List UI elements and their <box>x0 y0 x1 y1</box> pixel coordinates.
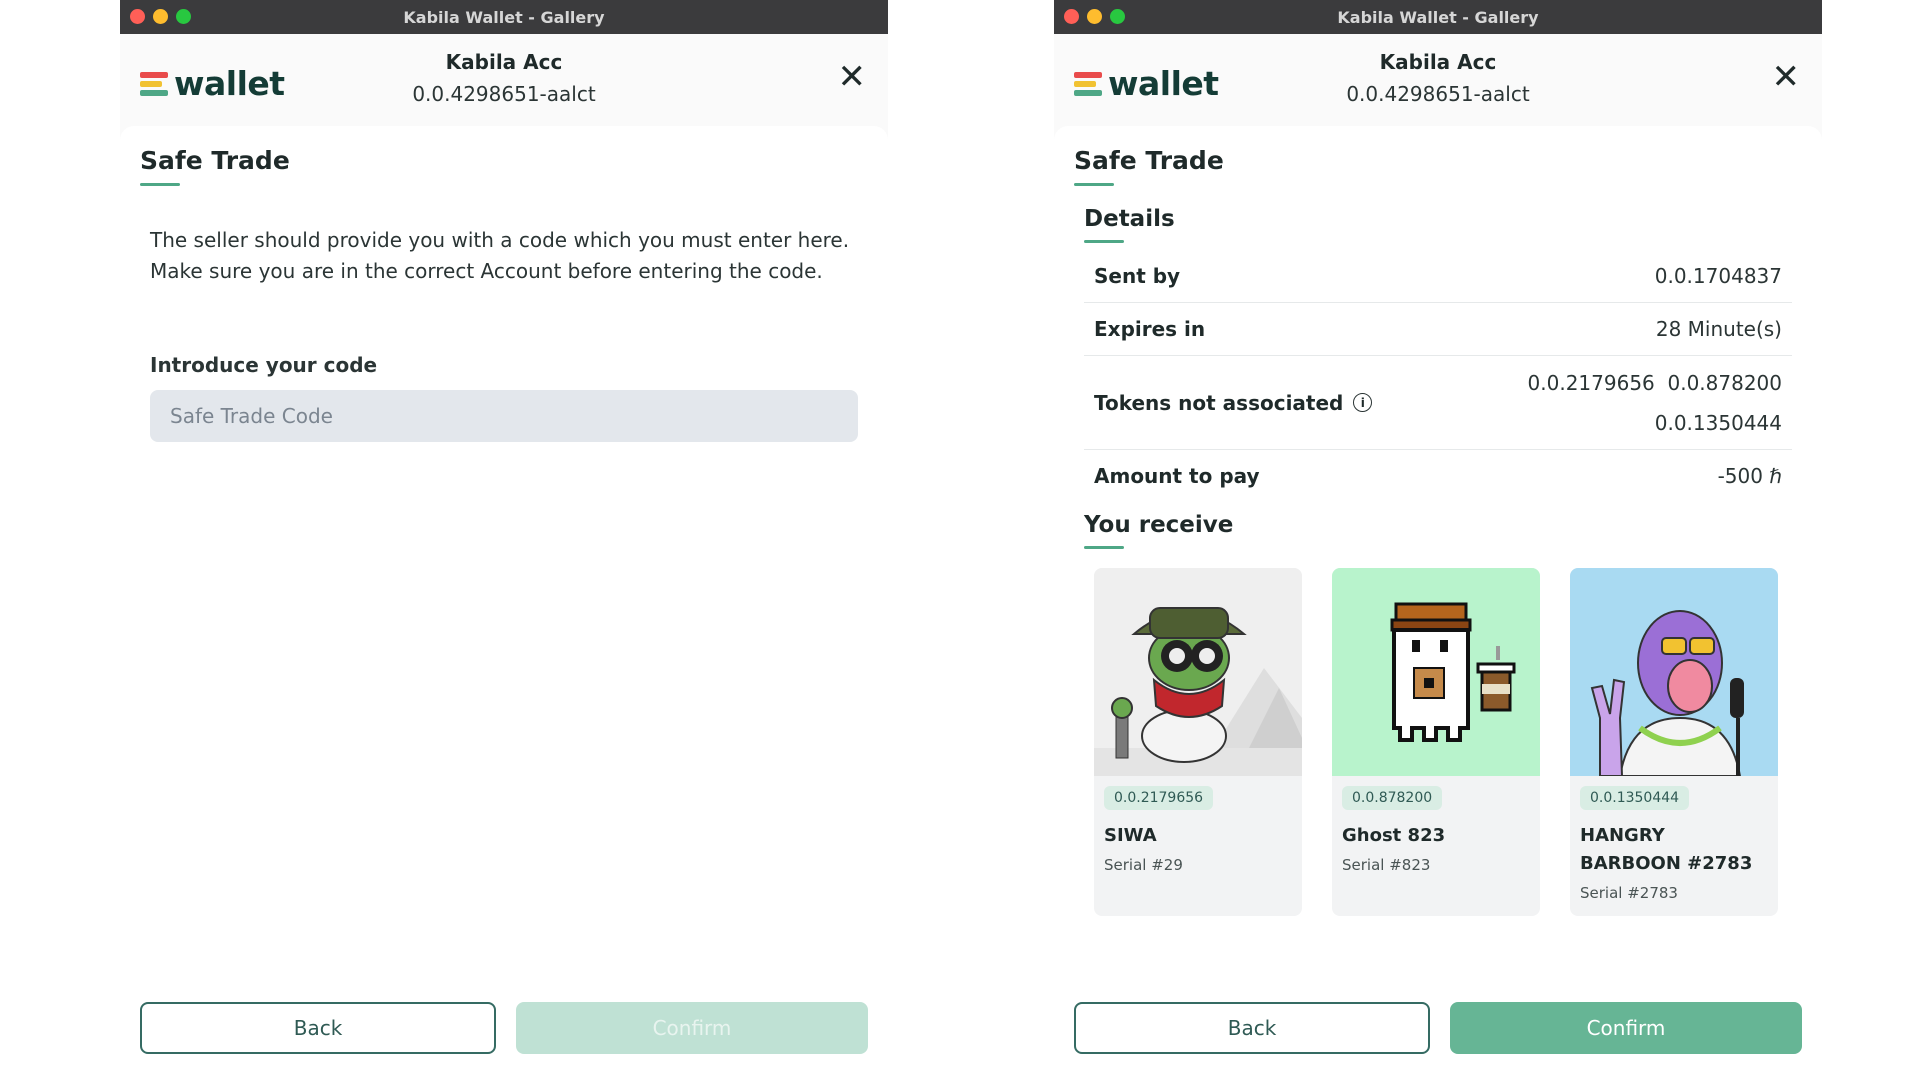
nft-card-list: 0.0.2179656 SIWA Serial #29 0.0.878200 G… <box>1094 568 1778 916</box>
window-controls <box>130 9 191 24</box>
footer-actions: Back Confirm <box>140 1002 868 1054</box>
window-titlebar[interactable]: Kabila Wallet - Gallery <box>120 0 888 34</box>
nft-card[interactable]: 0.0.1350444 HANGRY BARBOON #2783 Serial … <box>1570 568 1778 916</box>
nft-image-barboon <box>1570 568 1778 776</box>
safe-trade-code-window: Kabila Wallet - Gallery wallet Kabila Ac… <box>120 0 888 1080</box>
account-info: Kabila Acc 0.0.4298651-aalct <box>120 50 888 106</box>
nft-card-body: 0.0.878200 Ghost 823 Serial #823 <box>1332 776 1540 884</box>
account-info: Kabila Acc 0.0.4298651-aalct <box>1054 50 1822 106</box>
nft-name: HANGRY BARBOON #2783 <box>1580 825 1753 874</box>
wallet-header: wallet Kabila Acc 0.0.4298651-aalct ✕ <box>120 34 888 126</box>
details-table: Sent by 0.0.1704837 Expires in 28 Minute… <box>1084 250 1792 502</box>
detail-label: Expires in <box>1094 317 1206 341</box>
nft-name: SIWA <box>1104 825 1157 846</box>
nft-card-body: 0.0.1350444 HANGRY BARBOON #2783 Serial … <box>1570 776 1778 912</box>
section-title-text: Safe Trade <box>140 146 290 175</box>
window-title: Kabila Wallet - Gallery <box>403 7 605 27</box>
confirm-button-disabled[interactable]: Confirm <box>516 1002 868 1054</box>
zoom-window-button[interactable] <box>1110 9 1125 24</box>
minimize-window-button[interactable] <box>1087 9 1102 24</box>
detail-label-text: Tokens not associated <box>1094 390 1344 415</box>
nft-card[interactable]: 0.0.878200 Ghost 823 Serial #823 <box>1332 568 1540 916</box>
details-title-text: Details <box>1084 206 1175 232</box>
info-icon[interactable]: i <box>1353 393 1373 412</box>
token-id-badge: 0.0.2179656 <box>1104 786 1214 810</box>
back-button[interactable]: Back <box>140 1002 496 1054</box>
nft-card[interactable]: 0.0.2179656 SIWA Serial #29 <box>1094 568 1302 916</box>
title-underline <box>140 183 180 186</box>
title-underline <box>1074 183 1114 186</box>
safe-trade-details-window: Kabila Wallet - Gallery wallet Kabila Ac… <box>1054 0 1822 1080</box>
token-id-line: 0.0.2179656 0.0.878200 <box>1527 370 1782 395</box>
section-title: Safe Trade <box>140 146 290 186</box>
close-icon[interactable]: ✕ <box>838 60 867 94</box>
section-title: Safe Trade <box>1074 146 1224 186</box>
account-id: 0.0.4298651-aalct <box>1346 82 1530 106</box>
receive-title-text: You receive <box>1084 512 1234 538</box>
close-window-button[interactable] <box>1064 9 1079 24</box>
zoom-window-button[interactable] <box>176 9 191 24</box>
detail-label: Sent by <box>1094 264 1181 288</box>
token-id-line: 0.0.1350444 <box>1654 410 1782 435</box>
details-title: Details <box>1084 206 1175 243</box>
code-field-label: Introduce your code <box>150 353 378 377</box>
wallet-header: wallet Kabila Acc 0.0.4298651-aalct ✕ <box>1054 34 1822 126</box>
close-icon[interactable]: ✕ <box>1772 60 1801 94</box>
nft-image-ghost <box>1332 568 1540 776</box>
nft-name: Ghost 823 <box>1342 825 1446 846</box>
detail-row-expires: Expires in 28 Minute(s) <box>1084 303 1792 356</box>
safe-trade-code-input[interactable] <box>150 390 858 442</box>
window-title: Kabila Wallet - Gallery <box>1337 7 1539 27</box>
window-controls <box>1064 9 1125 24</box>
content-panel: Safe Trade The seller should provide you… <box>120 126 888 1080</box>
detail-value: 28 Minute(s) <box>1655 317 1782 341</box>
close-window-button[interactable] <box>130 9 145 24</box>
nft-image-siwa <box>1094 568 1302 776</box>
window-titlebar[interactable]: Kabila Wallet - Gallery <box>1054 0 1822 34</box>
detail-value: 0.0.1704837 <box>1654 264 1782 288</box>
token-id-badge: 0.0.878200 <box>1342 786 1443 810</box>
detail-row-tokens-not-associated: Tokens not associated i 0.0.2179656 0.0.… <box>1084 356 1792 450</box>
receive-title: You receive <box>1084 512 1233 549</box>
minimize-window-button[interactable] <box>153 9 168 24</box>
account-id: 0.0.4298651-aalct <box>412 82 596 106</box>
account-name: Kabila Acc <box>1379 50 1497 74</box>
instructions-text: The seller should provide you with a cod… <box>150 228 850 283</box>
content-panel: Safe Trade Details Sent by 0.0.1704837 E… <box>1054 126 1822 1080</box>
nft-serial: Serial #2783 <box>1580 884 1678 902</box>
section-title-text: Safe Trade <box>1074 146 1224 175</box>
detail-label: Amount to pay <box>1094 464 1260 488</box>
account-name: Kabila Acc <box>445 50 563 74</box>
detail-value: -500 ℏ <box>1717 464 1782 488</box>
detail-row-sent-by: Sent by 0.0.1704837 <box>1084 250 1792 303</box>
details-underline <box>1084 240 1124 243</box>
detail-label: Tokens not associated i <box>1094 390 1373 415</box>
nft-serial: Serial #823 <box>1342 856 1431 874</box>
footer-actions: Back Confirm <box>1074 1002 1802 1054</box>
token-id-badge: 0.0.1350444 <box>1580 786 1690 810</box>
nft-serial: Serial #29 <box>1104 856 1183 874</box>
back-button[interactable]: Back <box>1074 1002 1430 1054</box>
receive-underline <box>1084 546 1124 549</box>
nft-card-body: 0.0.2179656 SIWA Serial #29 <box>1094 776 1302 884</box>
detail-value-list: 0.0.2179656 0.0.878200 0.0.1350444 <box>1528 363 1782 443</box>
detail-row-amount: Amount to pay -500 ℏ <box>1084 450 1792 502</box>
confirm-button[interactable]: Confirm <box>1450 1002 1802 1054</box>
